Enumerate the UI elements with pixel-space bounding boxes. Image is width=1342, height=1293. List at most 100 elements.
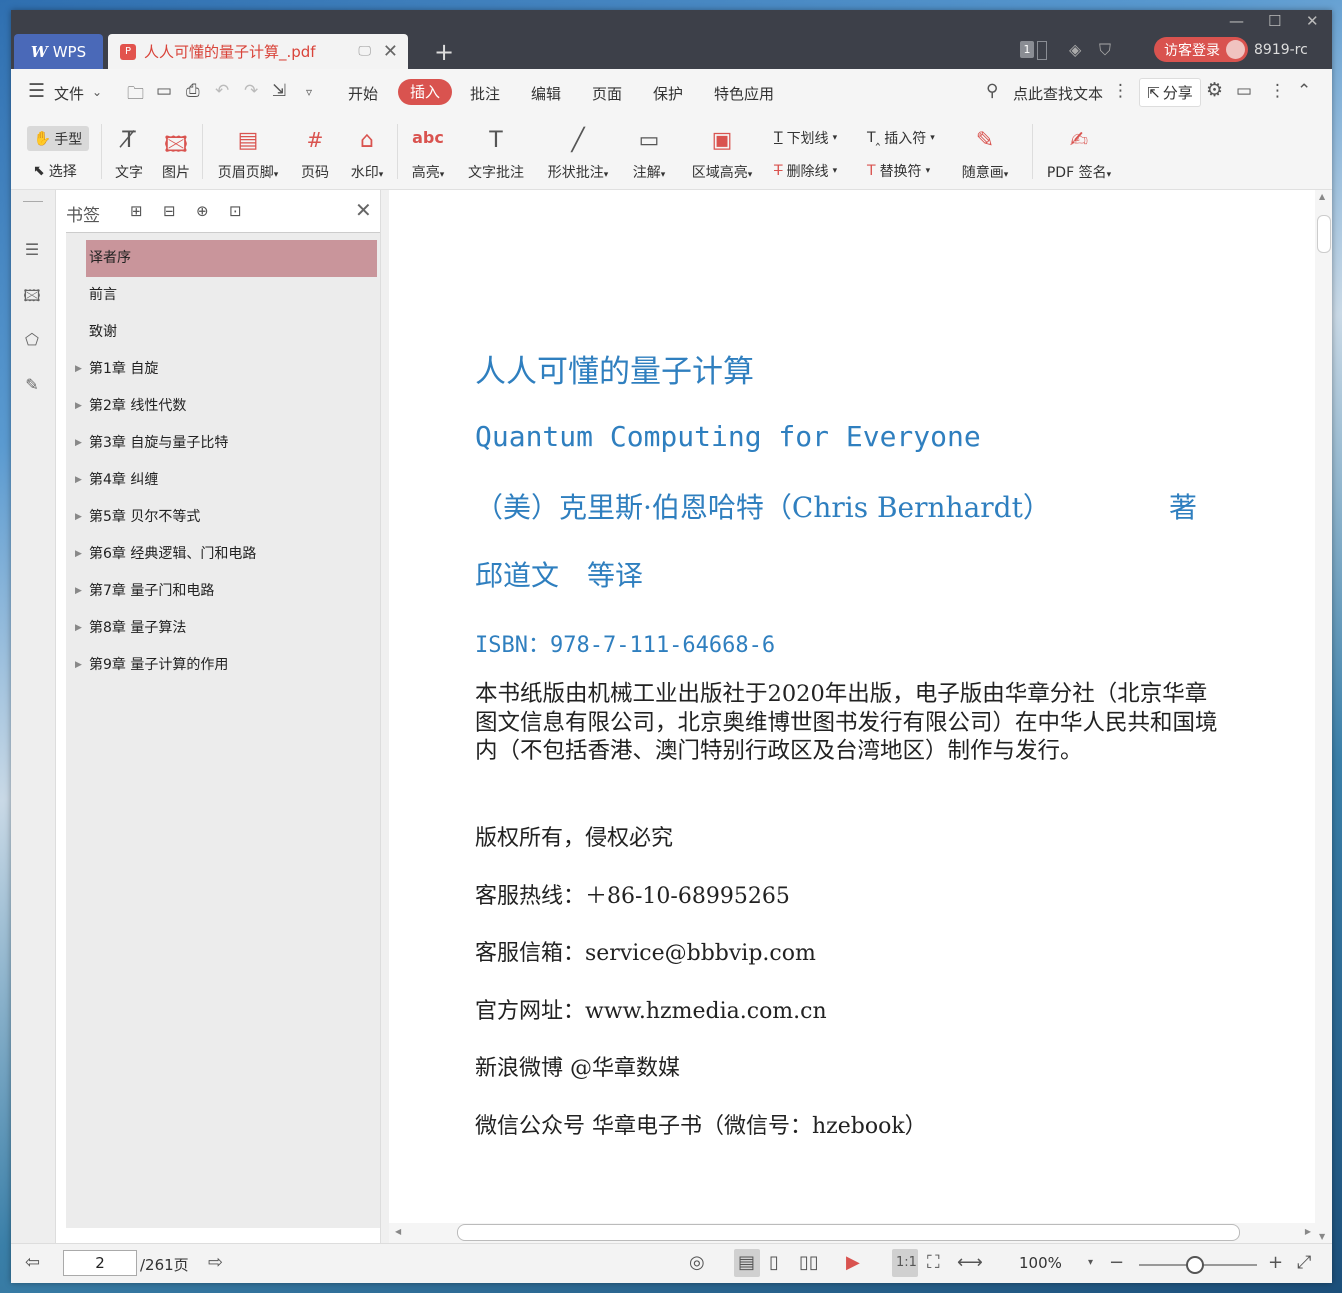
freehand-button[interactable]: ✎ 随意画▾: [957, 128, 1013, 182]
close-tab-icon[interactable]: ✕: [383, 41, 398, 62]
find-text-button[interactable]: 点此查找文本: [1013, 83, 1103, 104]
two-page-icon[interactable]: ▯▯: [799, 1252, 819, 1273]
bookmark-item[interactable]: ▶ 第4章 纠缠: [66, 462, 380, 499]
zoom-out-icon[interactable]: −: [1109, 1252, 1124, 1273]
expand-arrow-icon[interactable]: ▶: [75, 425, 82, 462]
expand-all-icon[interactable]: ⊞: [130, 202, 143, 220]
more-options-icon[interactable]: ⋮: [1269, 81, 1286, 101]
bookmark-list-icon[interactable]: ☰: [22, 240, 42, 260]
play-slideshow-icon[interactable]: ▶: [846, 1252, 860, 1273]
menu-start[interactable]: 开始: [348, 83, 378, 104]
close-panel-icon[interactable]: ✕: [355, 198, 372, 222]
previous-page-icon[interactable]: ⇦: [25, 1252, 40, 1273]
scroll-left-icon[interactable]: ◀: [395, 1227, 401, 1236]
bookmark-item[interactable]: ▶ 第7章 量子门和电路: [66, 573, 380, 610]
collapse-all-icon[interactable]: ⊟: [163, 202, 176, 220]
scroll-up-icon[interactable]: ▲: [1319, 192, 1325, 201]
menu-features[interactable]: 特色应用: [714, 83, 774, 104]
fit-width-icon[interactable]: ⟷: [957, 1252, 983, 1273]
header-footer-button[interactable]: ▤ 页眉页脚▾: [211, 128, 285, 182]
highlight-button[interactable]: abc 高亮▾: [407, 128, 449, 182]
page-indicator[interactable]: 1: [1020, 41, 1034, 58]
zoom-level[interactable]: 100%: [1019, 1254, 1062, 1272]
insert-mark-button[interactable]: T‸ 插入符 ▾: [867, 128, 935, 148]
bookmark-item[interactable]: ▶ 第9章 量子计算的作用: [66, 647, 380, 684]
share-button[interactable]: ⇱ 分享: [1139, 78, 1201, 107]
watermark-button[interactable]: ⌂ 水印▾: [346, 128, 388, 182]
tab-wps-home[interactable]: W WPS: [14, 34, 103, 69]
select-tool-button[interactable]: ⬉ 选择: [33, 161, 77, 181]
skin-icon[interactable]: ◈: [1069, 40, 1081, 59]
replace-mark-button[interactable]: T 替换符 ▾: [867, 161, 930, 181]
bookmark-item[interactable]: 译者序: [86, 240, 377, 277]
horizontal-scroll-thumb[interactable]: [457, 1224, 1240, 1241]
export-icon[interactable]: ⇲: [272, 81, 286, 101]
comment-icon[interactable]: ▭: [1236, 81, 1252, 101]
settings-gear-icon[interactable]: ⚙: [1206, 79, 1223, 101]
hamburger-icon[interactable]: ☰: [28, 80, 45, 102]
print-icon[interactable]: ⎙: [186, 81, 200, 101]
expand-arrow-icon[interactable]: ▶: [75, 388, 82, 425]
shirt-icon[interactable]: ⛉: [1099, 40, 1111, 60]
tab-document[interactable]: P 人人可懂的量子计算_.pdf 🖵 ✕: [108, 34, 408, 69]
annotation-panel-icon[interactable]: ⬠: [22, 330, 42, 350]
eye-protect-icon[interactable]: ◎: [689, 1252, 705, 1273]
bookmark-item[interactable]: ▶ 第1章 自旋: [66, 351, 380, 388]
fit-page-icon[interactable]: ⛶: [927, 1252, 940, 1273]
area-highlight-button[interactable]: ▣ 区域高亮▾: [686, 128, 758, 182]
save-icon[interactable]: ▭: [156, 81, 172, 101]
add-bookmark-icon[interactable]: ⊕: [196, 202, 209, 220]
next-page-icon[interactable]: ⇨: [208, 1252, 223, 1273]
open-folder-icon[interactable]: 🗀: [127, 81, 144, 110]
single-page-icon[interactable]: ▯: [769, 1252, 779, 1273]
actual-size-icon[interactable]: 1:1: [896, 1255, 917, 1270]
maximize-icon[interactable]: ☐: [1268, 12, 1281, 30]
expand-arrow-icon[interactable]: ▶: [75, 610, 82, 647]
document-view[interactable]: 人人可懂的量子计算 Quantum Computing for Everyone…: [389, 190, 1315, 1223]
expand-arrow-icon[interactable]: ▶: [75, 351, 82, 388]
expand-arrow-icon[interactable]: ▶: [75, 499, 82, 536]
text-note-button[interactable]: T 文字批注: [464, 128, 528, 182]
menu-page[interactable]: 页面: [592, 83, 622, 104]
vertical-scrollbar[interactable]: ▲ ▼: [1315, 190, 1332, 1243]
close-window-icon[interactable]: ✕: [1306, 12, 1319, 30]
guest-login-button[interactable]: 访客登录: [1154, 37, 1248, 62]
pdf-sign-button[interactable]: ✍ PDF 签名▾: [1042, 128, 1116, 182]
more-dropdown-icon[interactable]: ▿: [306, 85, 312, 99]
bookmark-item[interactable]: 前言: [66, 277, 380, 314]
minimize-icon[interactable]: —: [1229, 12, 1244, 30]
scroll-right-icon[interactable]: ▶: [1305, 1227, 1311, 1236]
bookmark-item[interactable]: ▶ 第5章 贝尔不等式: [66, 499, 380, 536]
bookmark-item[interactable]: ▶ 第2章 线性代数: [66, 388, 380, 425]
menu-edit[interactable]: 编辑: [531, 83, 561, 104]
signature-panel-icon[interactable]: ✎: [22, 375, 42, 395]
collapse-ribbon-icon[interactable]: ⌃: [1297, 81, 1311, 101]
annotation-button[interactable]: ▭ 注解▾: [628, 128, 670, 182]
undo-icon[interactable]: ↶: [215, 81, 229, 101]
zoom-slider-knob[interactable]: [1186, 1256, 1204, 1274]
bookmark-item[interactable]: ▶ 第8章 量子算法: [66, 610, 380, 647]
chevron-down-icon[interactable]: ⌄: [92, 85, 102, 99]
expand-arrow-icon[interactable]: ▶: [75, 536, 82, 573]
menu-file[interactable]: 文件: [54, 83, 84, 104]
vertical-scroll-thumb[interactable]: [1317, 215, 1331, 253]
panel-resize-handle[interactable]: [380, 190, 389, 1243]
search-icon[interactable]: ⚲: [986, 81, 998, 101]
thumbnail-icon[interactable]: 🖾: [22, 285, 42, 305]
strikethrough-button[interactable]: T 删除线 ▾: [774, 161, 837, 181]
bookmark-item[interactable]: 致谢: [66, 314, 380, 351]
bookmark-ribbon-icon[interactable]: ⊡: [229, 202, 242, 220]
underline-button[interactable]: T 下划线 ▾: [774, 128, 837, 148]
hand-tool-button[interactable]: ✋ 手型: [27, 126, 89, 151]
zoom-in-icon[interactable]: +: [1268, 1252, 1283, 1273]
expand-arrow-icon[interactable]: ▶: [75, 647, 82, 684]
page-number-button[interactable]: # 页码: [299, 128, 331, 182]
page-number-input[interactable]: 2: [63, 1250, 137, 1276]
insert-text-button[interactable]: T̸ 文字: [114, 128, 144, 182]
continuous-view-icon[interactable]: ▤: [738, 1252, 755, 1273]
zoom-dropdown-icon[interactable]: ▾: [1088, 1257, 1093, 1268]
new-tab-button[interactable]: +: [434, 38, 454, 66]
shape-note-button[interactable]: ╱ 形状批注▾: [541, 128, 615, 182]
redo-icon[interactable]: ↷: [244, 81, 258, 101]
expand-arrow-icon[interactable]: ▶: [75, 462, 82, 499]
